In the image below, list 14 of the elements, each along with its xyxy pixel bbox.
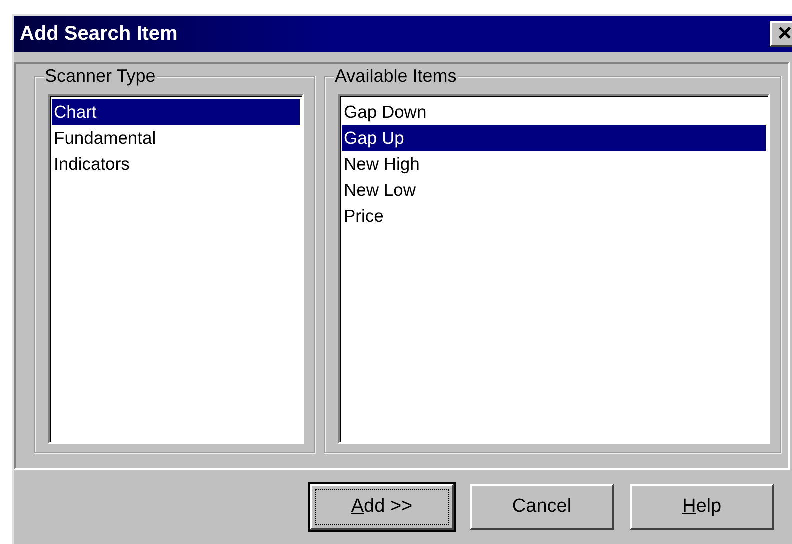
dialog-button[interactable]: Cancel <box>470 484 614 530</box>
window-title: Add Search Item <box>20 22 179 46</box>
dialog-button[interactable]: Help <box>630 484 774 530</box>
list-item[interactable]: Gap Up <box>342 125 766 151</box>
list-item[interactable]: Fundamental <box>52 125 300 151</box>
close-button[interactable]: × <box>770 21 792 47</box>
group-label: Scanner Type <box>44 66 157 87</box>
list-item[interactable]: Indicators <box>52 151 300 177</box>
list-item[interactable]: Gap Down <box>342 99 766 125</box>
list-item[interactable]: Price <box>342 203 766 229</box>
dialog-button[interactable]: Add >> <box>310 484 454 530</box>
list-item[interactable]: Chart <box>52 99 300 125</box>
list-item[interactable]: New High <box>342 151 766 177</box>
list-item[interactable]: New Low <box>342 177 766 203</box>
